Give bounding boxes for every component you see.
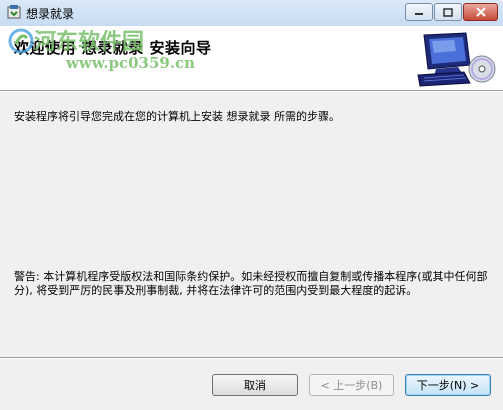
intro-text: 安装程序将引导您完成在您的计算机上安装 想录就录 所需的步骤。 bbox=[14, 110, 340, 123]
maximize-button[interactable] bbox=[434, 3, 462, 21]
back-button[interactable]: < 上一步(B) bbox=[309, 374, 394, 396]
close-button[interactable] bbox=[463, 3, 498, 21]
maximize-icon bbox=[443, 7, 453, 17]
cancel-button[interactable]: 取消 bbox=[212, 374, 298, 396]
copyright-warning: 警告: 本计算机程序受版权法和国际条约保护。如未经授权而擅自复制或传播本程序(或… bbox=[14, 270, 488, 297]
installer-app-icon bbox=[7, 5, 21, 19]
window-title: 想录就录 bbox=[26, 7, 75, 21]
wizard-body: 安装程序将引导您完成在您的计算机上安装 想录就录 所需的步骤。 警告: 本计算机… bbox=[0, 92, 503, 357]
computer-cd-icon bbox=[417, 32, 496, 87]
minimize-icon bbox=[415, 13, 423, 15]
close-icon bbox=[475, 7, 486, 17]
window-titlebar[interactable]: 想录就录 bbox=[0, 0, 503, 27]
wizard-header: 欢迎使用 想录就录 安装向导 河东软件园 www.pc0359.cn bbox=[0, 26, 503, 90]
minimize-button[interactable] bbox=[405, 3, 433, 21]
wizard-footer: 取消 < 上一步(B) 下一步(N) > bbox=[0, 359, 503, 410]
page-title: 欢迎使用 想录就录 安装向导 bbox=[14, 39, 212, 57]
watermark: 河东软件园 www.pc0359.cn bbox=[4, 24, 214, 94]
next-button[interactable]: 下一步(N) > bbox=[405, 374, 491, 396]
